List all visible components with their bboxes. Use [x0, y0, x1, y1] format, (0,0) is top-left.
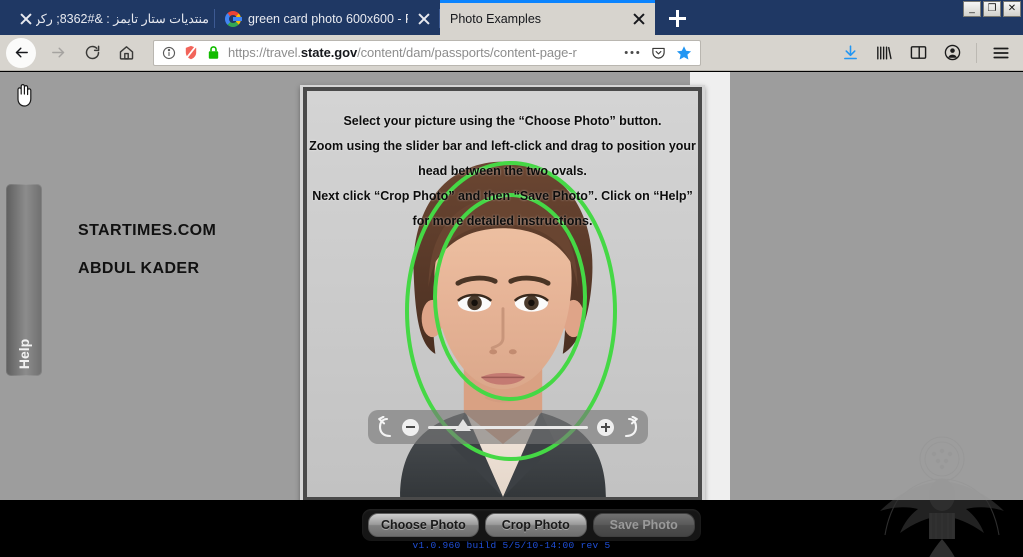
grab-hand-cursor	[14, 82, 36, 108]
navigation-toolbar: https://travel.state.gov/content/dam/pas…	[0, 35, 1023, 71]
watermark-site: STARTIMES.COM	[78, 222, 217, 239]
hamburger-menu-icon[interactable]	[985, 38, 1017, 68]
minimize-icon: _	[969, 3, 975, 14]
rotate-counterclockwise-icon[interactable]	[368, 410, 402, 444]
home-icon	[119, 46, 133, 60]
window-controls: _ ❐ ✕	[963, 1, 1021, 17]
minus-circle-icon[interactable]	[402, 418, 419, 436]
url-scheme: https://travel.	[228, 45, 301, 60]
zoom-slider-thumb[interactable]	[455, 418, 472, 431]
back-arrow-icon	[15, 47, 28, 58]
help-tab-button[interactable]: Help	[6, 184, 42, 376]
url-bar-actions	[620, 42, 696, 64]
forward-button[interactable]	[41, 38, 75, 68]
google-icon	[225, 10, 242, 27]
photo-frame[interactable]: Select your picture using the “Choose Ph…	[303, 87, 702, 500]
page-content: Help STARTIMES.COM ABDUL KADER Select yo…	[0, 72, 1023, 500]
browser-window: منتديات ستار تايمز : &#8362; ركن قرعة ا …	[0, 0, 1023, 557]
close-icon[interactable]	[629, 9, 649, 29]
photo-action-buttons: Choose Photo Crop Photo Save Photo	[362, 509, 701, 541]
shield-slash-icon[interactable]	[180, 43, 202, 63]
tab-title: green card photo 600x600 - Reche	[248, 11, 408, 26]
star-icon[interactable]	[672, 42, 696, 64]
pocket-icon[interactable]	[646, 42, 670, 64]
close-icon: ✕	[1007, 3, 1017, 14]
help-tab-label: Help	[16, 338, 32, 370]
url-path: /content/dam/passports/content-page-r	[357, 45, 577, 60]
account-avatar-icon[interactable]	[936, 38, 968, 68]
tab-startimes[interactable]: منتديات ستار تايمز : &#8362; ركن قرعة ا	[0, 2, 215, 35]
tab-bar: منتديات ستار تايمز : &#8362; ركن قرعة ا …	[0, 0, 1023, 35]
watermark-author: ABDUL KADER	[78, 260, 200, 277]
toolbar-right-actions	[834, 38, 1023, 68]
forward-arrow-icon	[51, 47, 64, 58]
home-button[interactable]	[109, 38, 143, 68]
tab-title: Photo Examples	[450, 12, 542, 26]
rotate-clockwise-icon[interactable]	[614, 410, 648, 444]
restore-button[interactable]: ❐	[983, 1, 1001, 17]
photo-cropper-panel: Select your picture using the “Choose Ph…	[300, 85, 705, 500]
sidebar-icon[interactable]	[902, 38, 934, 68]
bottom-bar: Choose Photo Crop Photo Save Photo v1.0.…	[0, 436, 1023, 557]
url-domain: state.gov	[300, 45, 358, 60]
tab-photo-examples[interactable]: Photo Examples	[440, 0, 655, 35]
tab-green-card-photo[interactable]: green card photo 600x600 - Reche	[215, 2, 440, 35]
zoom-slider-bar	[368, 410, 648, 444]
toolbar-separator	[976, 42, 977, 63]
crop-photo-button[interactable]: Crop Photo	[484, 513, 587, 537]
tab-title: منتديات ستار تايمز : &#8362; ركن قرعة ا	[36, 12, 209, 26]
info-circle-icon[interactable]	[158, 43, 180, 63]
close-icon[interactable]	[414, 9, 434, 29]
close-button[interactable]: ✕	[1003, 1, 1021, 17]
reload-icon	[85, 45, 99, 60]
save-photo-button: Save Photo	[592, 513, 695, 537]
ellipsis-icon[interactable]	[620, 42, 644, 64]
back-button[interactable]	[6, 37, 36, 68]
plus-circle-icon[interactable]	[597, 418, 614, 436]
url-text[interactable]: https://travel.state.gov/content/dam/pas…	[228, 45, 620, 60]
zoom-slider-track[interactable]	[428, 418, 588, 431]
minimize-button[interactable]: _	[963, 1, 981, 17]
choose-photo-button[interactable]: Choose Photo	[368, 513, 479, 537]
library-icon[interactable]	[868, 38, 900, 68]
reload-button[interactable]	[75, 38, 109, 68]
url-bar[interactable]: https://travel.state.gov/content/dam/pas…	[153, 39, 701, 66]
new-tab-button[interactable]	[655, 2, 699, 35]
padlock-icon[interactable]	[202, 43, 224, 63]
download-arrow-icon[interactable]	[834, 38, 866, 68]
close-icon[interactable]	[16, 9, 36, 29]
head-inner-oval-guide	[433, 193, 587, 401]
restore-icon: ❐	[987, 3, 997, 14]
version-string: v1.0.960 build 5/5/10-14:00 rev 5	[412, 540, 611, 551]
